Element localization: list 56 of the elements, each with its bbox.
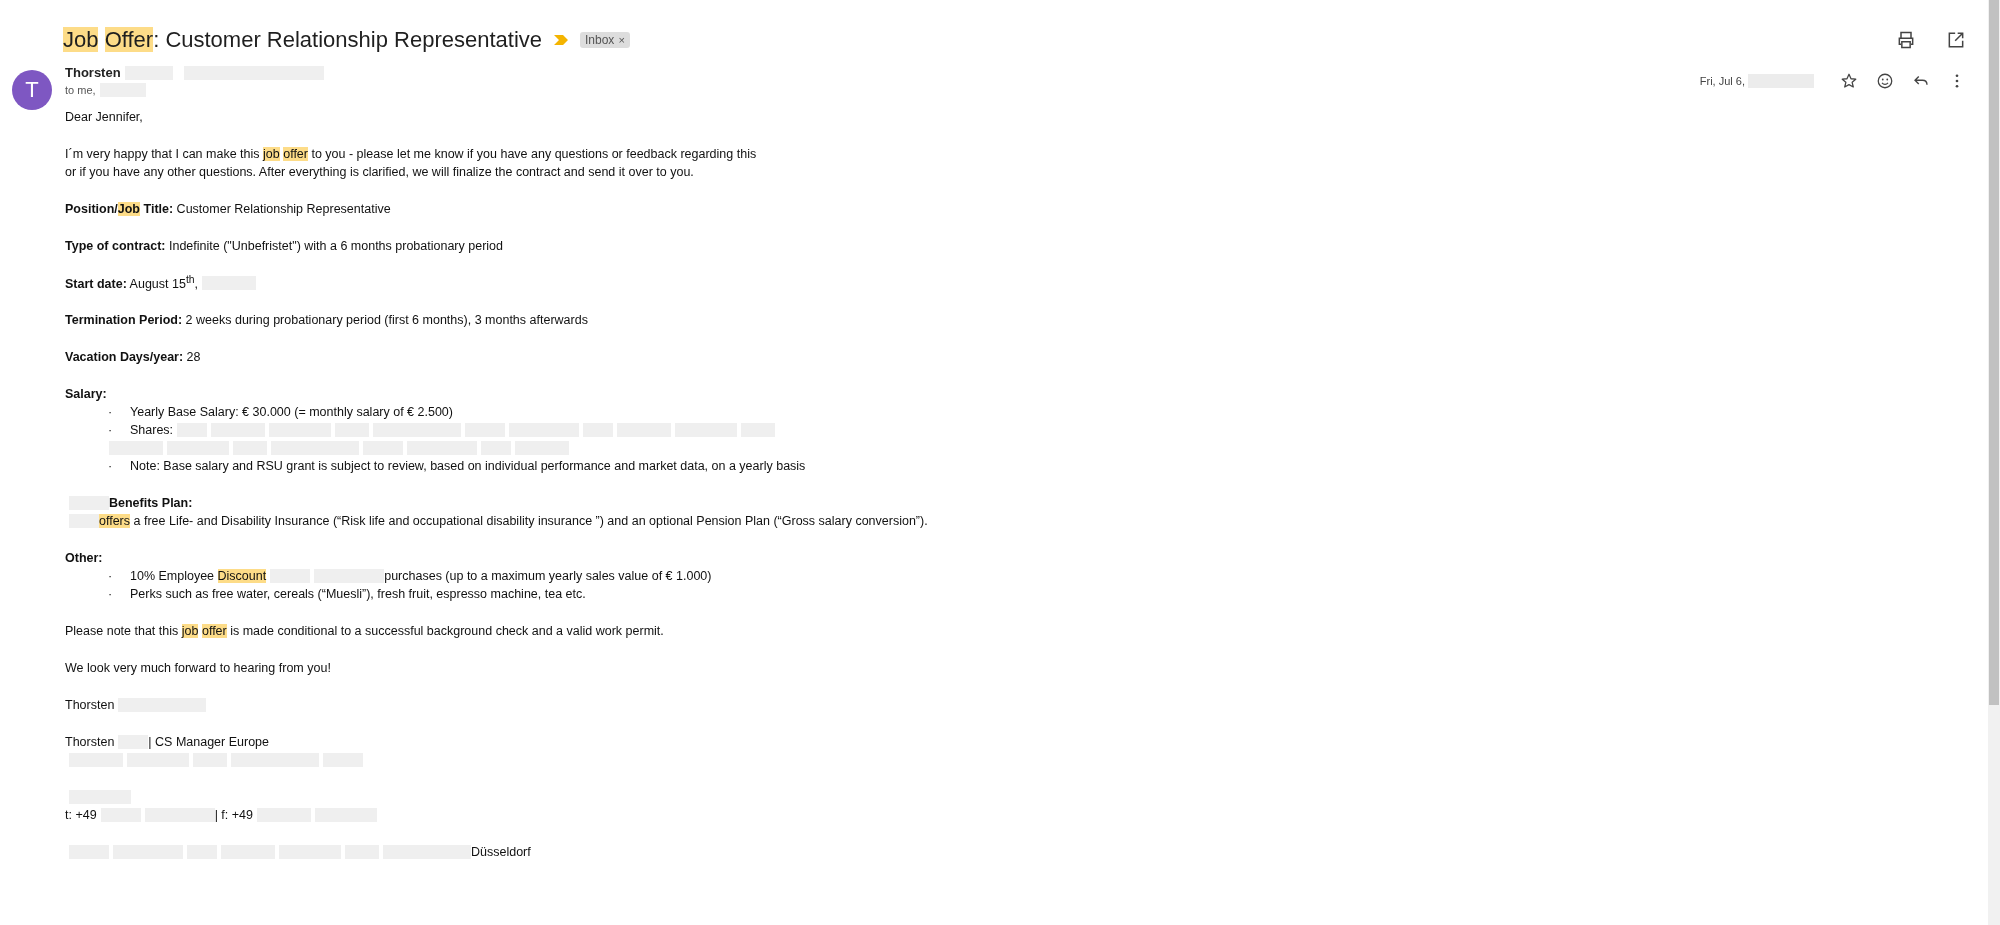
- body-text: Shares:: [130, 423, 174, 437]
- emoji-icon[interactable]: [1876, 72, 1894, 90]
- body-text: is made conditional to a successful background check and a valid work permit.: [229, 624, 664, 638]
- sender-name: Thorsten: [65, 65, 121, 80]
- body-text: Perks such as free water, cereals (“Muesli”), fresh fruit, espresso machine, tea etc.: [130, 587, 586, 601]
- body-text: or if you have any other questions. After everything is clarified, we will finalize the contract and send it over to you.: [65, 165, 694, 179]
- star-icon[interactable]: [1840, 72, 1858, 90]
- body-text: Please note that this: [65, 624, 180, 638]
- print-icon[interactable]: [1896, 30, 1916, 50]
- body-text: | CS Manager Europe: [148, 735, 270, 749]
- body-text: Position/: [65, 202, 118, 216]
- body-text: job: [263, 147, 280, 161]
- bullet-marker: ·: [108, 405, 114, 419]
- body-text: t: +49: [65, 808, 97, 822]
- body-text: Dear Jennifer,: [65, 110, 143, 124]
- body-text: Thorsten: [65, 735, 115, 749]
- email-subject: Job Offer: Customer Relationship Representative: [63, 27, 542, 53]
- sender-avatar: T: [12, 70, 52, 110]
- body-text: Other:: [65, 551, 103, 565]
- bullet-marker: ·: [108, 459, 114, 473]
- body-text: Salary:: [65, 387, 107, 401]
- body-text: offer: [201, 624, 227, 638]
- importance-marker-icon[interactable]: [554, 35, 568, 45]
- body-text: Vacation Days/year: 28: [65, 350, 201, 364]
- body-text: | f: +49: [214, 808, 253, 822]
- recipient-text: to me,: [65, 84, 96, 96]
- bullet-marker: ·: [108, 423, 114, 437]
- body-text: to you - please let me know if you have any questions or feedback regarding this: [310, 147, 757, 161]
- body-text: I´m very happy that I can make this: [65, 147, 261, 161]
- scrollbar[interactable]: [1988, 0, 2000, 925]
- body-text: Note: Base salary and RSU grant is subject to review, based on individual performance and market data, on a yearly basis: [130, 459, 806, 473]
- remove-label-button[interactable]: ×: [618, 34, 625, 46]
- body-text: Termination Period: 2 weeks during probationary period (first 6 months), 3 months afterwards: [65, 313, 588, 327]
- body-text: Düsseldorf: [471, 845, 531, 859]
- message-date: Fri, Jul 6,: [1699, 75, 1745, 87]
- scrollbar-thumb[interactable]: [1989, 0, 1999, 705]
- body-text: We look very much forward to hearing from you!: [65, 661, 331, 675]
- body-text: Thorsten: [65, 698, 115, 712]
- body-text: 10% Employee: [130, 569, 216, 583]
- body-text: Discount: [217, 569, 267, 583]
- body-text: Job: [117, 202, 140, 216]
- body-text: a free Life- and Disability Insurance (“Risk life and occupational disability insurance ”) and an optional Pension Plan (“Gross salary conversion”).: [132, 514, 928, 528]
- redaction-block: [69, 514, 99, 528]
- body-text: Title: Customer Relationship Representative: [142, 202, 391, 216]
- body-text: purchases (up to a maximum yearly sales value of € 1.000): [384, 569, 712, 583]
- body-text: offer: [283, 147, 308, 161]
- body-text: Benefits Plan:: [109, 496, 193, 510]
- body-text: Yearly Base Salary: € 30.000 (= monthly salary of € 2.500): [130, 405, 453, 419]
- body-text: offers: [99, 514, 131, 528]
- body-text: Start date: August 15$^{th}$,: [65, 274, 199, 292]
- inbox-label: Inbox ×: [580, 32, 630, 48]
- bullet-marker: ·: [108, 569, 114, 583]
- body-text: job: [181, 624, 199, 638]
- body-text: Type of contract: Indefinite ("Unbefristet") with a 6 months probationary period: [65, 239, 503, 253]
- open-in-new-window-icon[interactable]: [1946, 30, 1966, 50]
- bullet-marker: ·: [108, 587, 114, 601]
